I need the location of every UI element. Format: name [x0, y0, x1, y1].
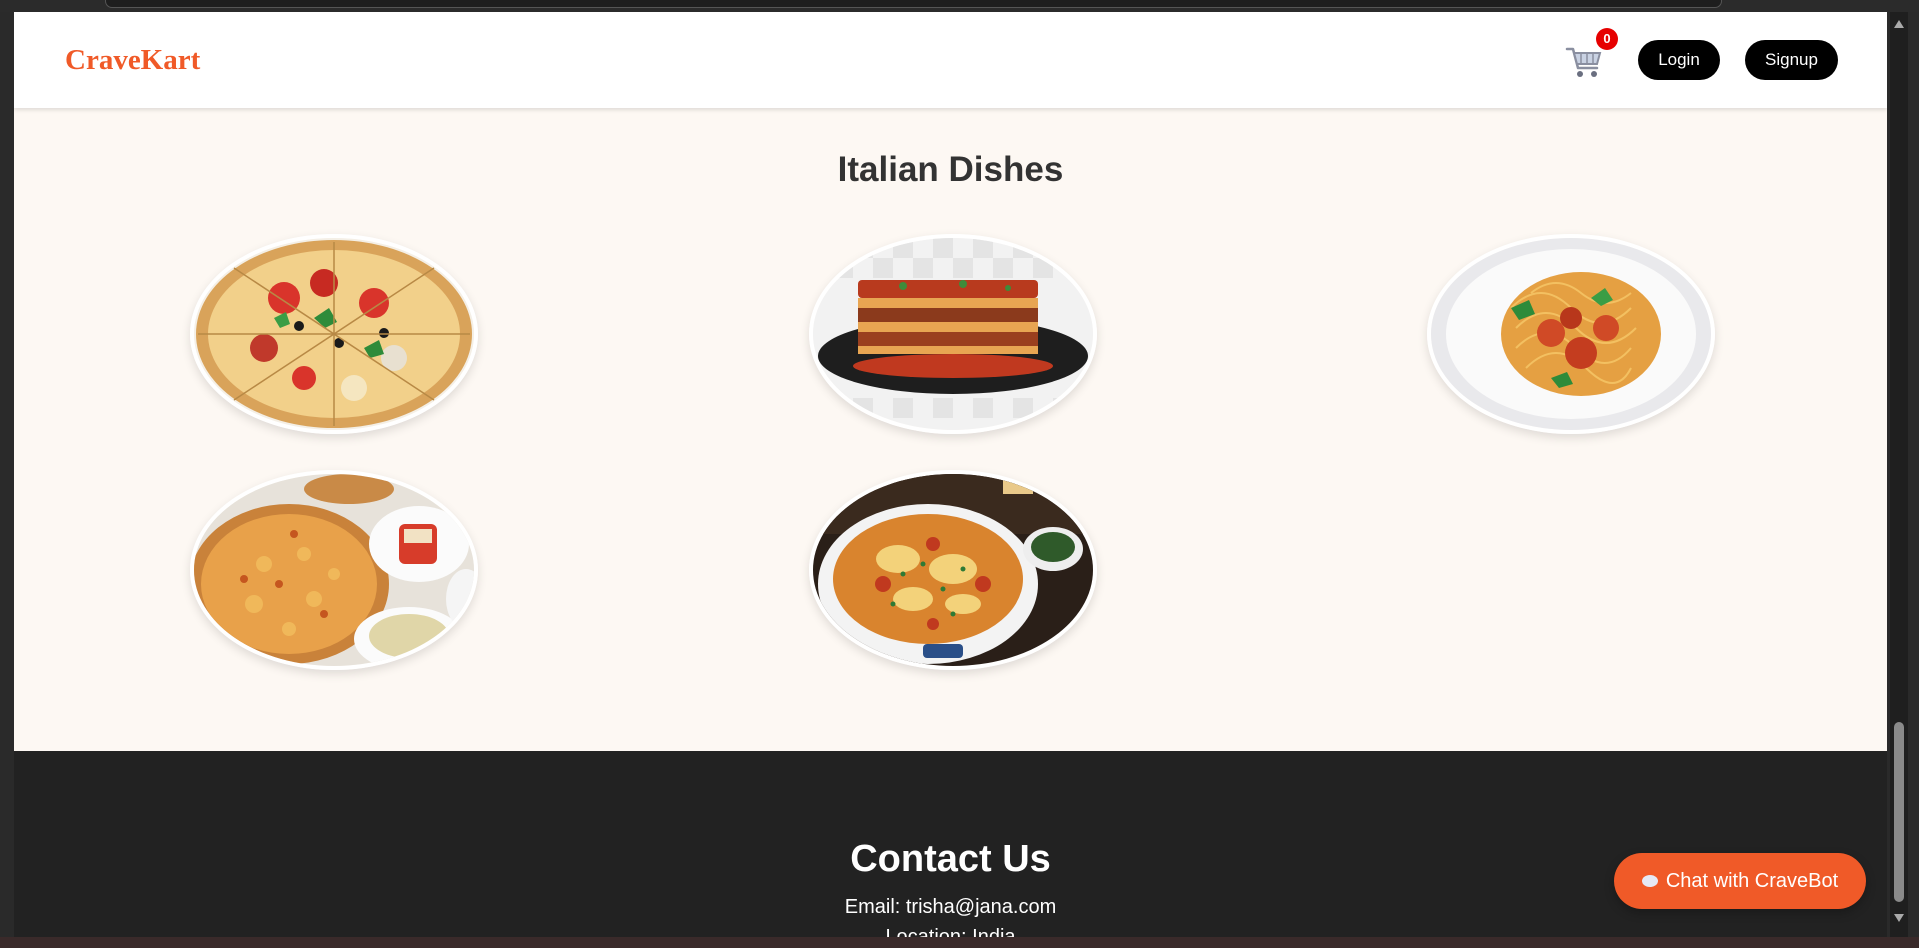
cart-icon[interactable] [1564, 42, 1604, 82]
contact-title: Contact Us [850, 838, 1051, 880]
baked-lasagna-image[interactable] [809, 470, 1097, 670]
signup-button[interactable]: Signup [1745, 40, 1838, 80]
chat-button-label: Chat with CraveBot [1665, 869, 1839, 892]
contact-email: Email: trisha@jana.com [844, 896, 1057, 918]
scroll-up-icon[interactable] [1894, 20, 1904, 28]
cart-count-badge: 0 [1596, 28, 1618, 50]
address-bar[interactable] [105, 0, 1722, 8]
pizza-image[interactable] [190, 234, 478, 434]
lasagna-image[interactable] [809, 234, 1097, 434]
footer: Contact Us Email: trisha@jana.com Locati… [14, 751, 1887, 937]
spaghetti-image[interactable] [1427, 234, 1715, 434]
scroll-down-icon[interactable] [1894, 914, 1904, 922]
chat-bubble-icon [1641, 875, 1658, 887]
pizza-platter-image[interactable] [190, 470, 478, 670]
page-viewport: CraveKart 0 Login Signup Italian Dishes [14, 12, 1887, 937]
section-title: Italian Dishes [837, 150, 1064, 189]
taskbar-strip [0, 937, 1919, 948]
contact-location: Location: India [885, 926, 1016, 937]
navbar: CraveKart 0 Login Signup [14, 12, 1887, 108]
brand-logo[interactable]: CraveKart [65, 44, 200, 77]
browser-top-bar [0, 0, 1919, 12]
page-scrollbar[interactable] [1890, 12, 1908, 937]
scrollbar-thumb[interactable] [1894, 722, 1904, 902]
chat-with-cravebot-button[interactable]: Chat with CraveBot [1614, 853, 1866, 909]
login-button[interactable]: Login [1638, 40, 1720, 80]
